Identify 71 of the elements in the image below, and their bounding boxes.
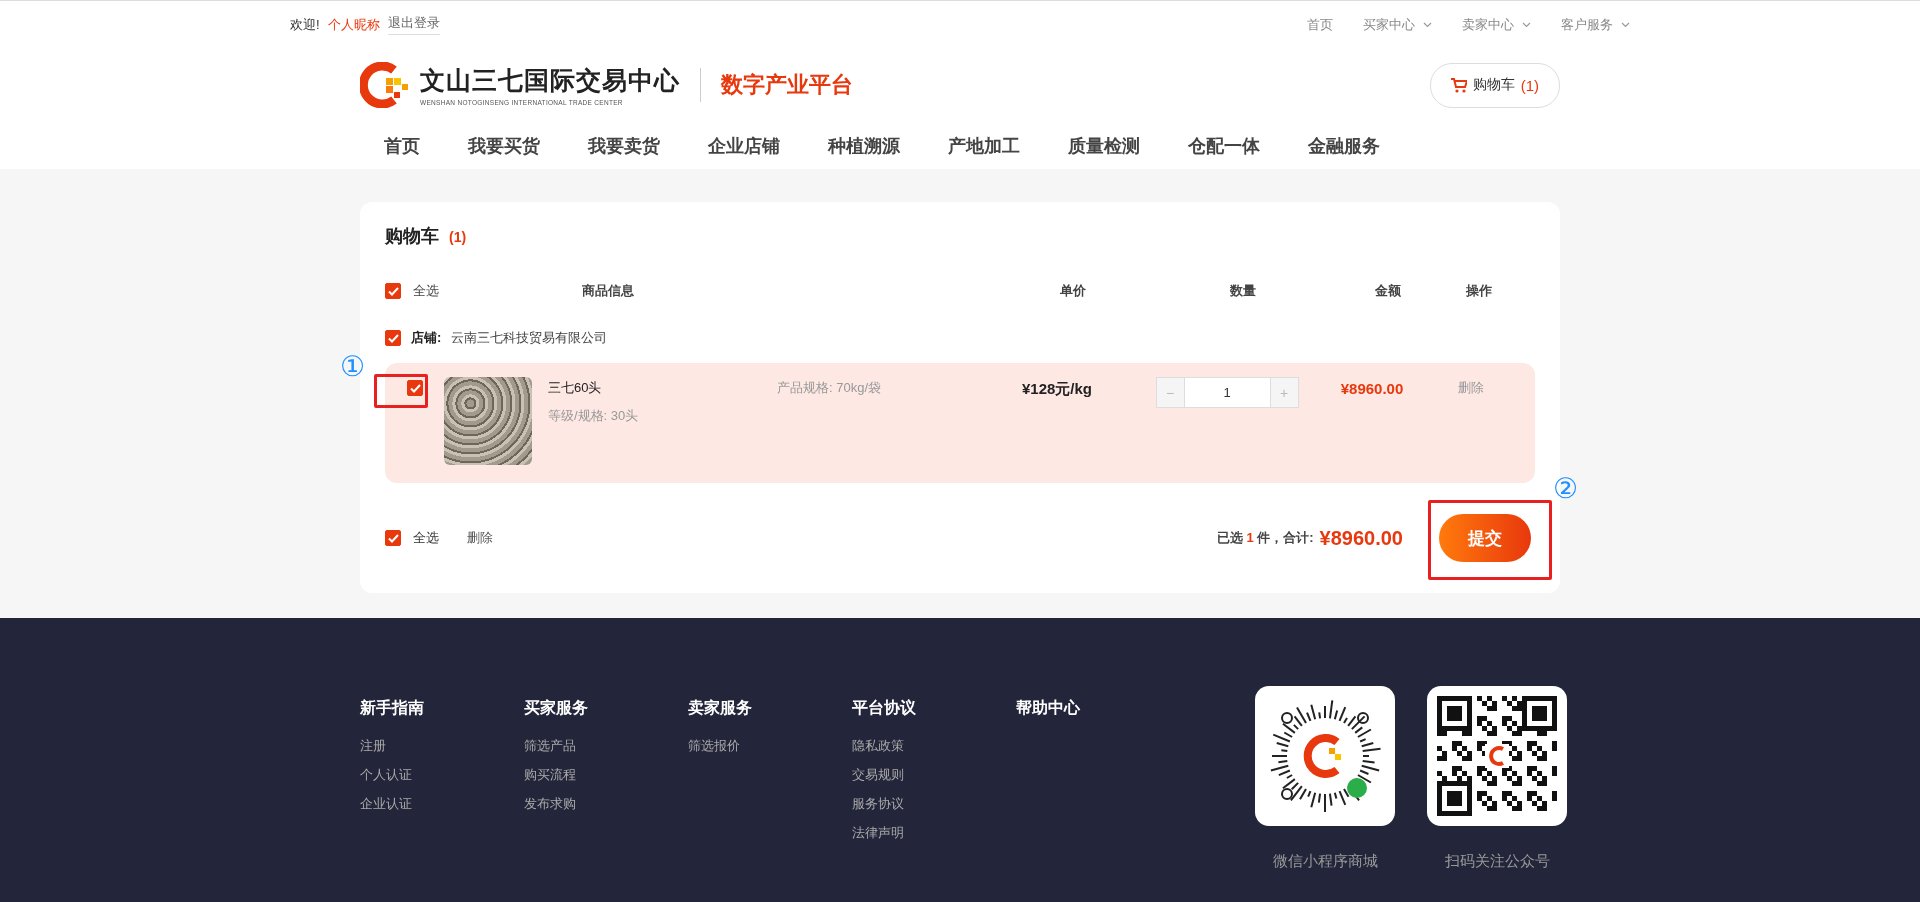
nav-link[interactable]: 我要卖货 [564, 133, 684, 158]
annotation-number: ① [340, 352, 366, 382]
top-nav-link[interactable]: 卖家中心 [1462, 15, 1531, 34]
caret-icon [1522, 21, 1531, 28]
product-name: 三七60头 [548, 379, 603, 397]
footer-link[interactable]: 筛选产品 [524, 737, 688, 755]
checkbox[interactable] [385, 530, 401, 546]
footer-link[interactable]: 注册 [360, 737, 524, 755]
footer-heading: 买家服务 [524, 698, 589, 718]
select-all-label: 全选 [413, 529, 439, 547]
welcome-text: 欢迎! [290, 15, 320, 34]
top-nav-link[interactable]: 买家中心 [1363, 15, 1432, 34]
footer-link[interactable]: 隐私政策 [852, 737, 1016, 755]
submit-button[interactable]: 提交 [1439, 514, 1531, 562]
footer-heading: 帮助中心 [1016, 698, 1081, 718]
logout-link[interactable]: 退出登录 [387, 14, 440, 35]
nav-link[interactable]: 质量检测 [1044, 133, 1164, 158]
logo-title: 文山三七国际交易中心 [420, 65, 680, 96]
cart-icon [1450, 77, 1467, 93]
footer-link[interactable]: 服务协议 [852, 795, 1016, 813]
total-amount: ¥8960.00 [1319, 526, 1403, 550]
footer-link[interactable]: 筛选报价 [688, 737, 852, 755]
footer-link[interactable]: 企业认证 [360, 795, 524, 813]
nav-link[interactable]: 企业店铺 [684, 133, 804, 158]
column-header: 单价 [1059, 282, 1087, 300]
nav-link[interactable]: 产地加工 [924, 133, 1044, 158]
highlight-frame [374, 374, 428, 408]
column-header: 数量 [1229, 282, 1257, 300]
caret-icon [1423, 21, 1432, 28]
footer-link[interactable]: 交易规则 [852, 766, 1016, 784]
shop-name: 云南三七科技贸易有限公司 [451, 329, 608, 347]
delete-link[interactable]: 删除 [467, 529, 493, 547]
annotation-number: ② [1553, 474, 1579, 504]
nav-link[interactable]: 首页 [360, 133, 444, 158]
cart-title: 购物车 [385, 225, 439, 248]
quantity-field[interactable]: 1 [1183, 378, 1271, 407]
nickname-link[interactable]: 个人昵称 [327, 15, 380, 34]
footer-link[interactable]: 发布求购 [524, 795, 688, 813]
cart-button[interactable]: 购物车 (1) [1429, 62, 1560, 108]
column-header: 金额 [1374, 282, 1402, 300]
footer-heading: 卖家服务 [688, 698, 753, 718]
column-header: 商品信息 [581, 282, 635, 300]
shop-label: 店铺: [411, 329, 442, 347]
logo-icon [360, 62, 410, 108]
caret-icon [1621, 21, 1630, 28]
footer-link[interactable]: 法律声明 [852, 824, 1016, 842]
checkbox[interactable] [385, 283, 401, 299]
footer-heading: 新手指南 [360, 698, 425, 718]
nav-link[interactable]: 我要买货 [444, 133, 564, 158]
footer-link[interactable]: 个人认证 [360, 766, 524, 784]
top-nav-link[interactable]: 客户服务 [1561, 15, 1630, 34]
footer-link[interactable]: 购买流程 [524, 766, 688, 784]
quantity-stepper[interactable]: − 1 + [1155, 377, 1299, 408]
checkbox[interactable] [385, 330, 401, 346]
item-amount: ¥8960.00 [1340, 380, 1404, 397]
top-nav-link[interactable]: 首页 [1307, 15, 1333, 34]
nav-link[interactable]: 金融服务 [1284, 133, 1404, 158]
column-header: 操作 [1465, 282, 1493, 300]
cart-count: (1) [449, 229, 467, 245]
select-all-label: 全选 [413, 282, 439, 300]
code-caption: 扫码关注公众号 [1444, 852, 1550, 871]
selected-summary: 已选 1 件，合计: [1216, 529, 1314, 547]
nav-link[interactable]: 仓配一体 [1164, 133, 1284, 158]
product-spec: 产品规格: 70kg/袋 [777, 380, 882, 395]
platform-title: 数字产业平台 [721, 71, 853, 99]
nav-link[interactable]: 种植溯源 [804, 133, 924, 158]
code-caption: 微信小程序商城 [1272, 852, 1378, 871]
checkbox[interactable] [407, 380, 423, 396]
footer-heading: 平台协议 [852, 698, 917, 718]
unit-price: ¥128元/kg [1021, 380, 1092, 397]
product-grade: 等级/规格: 30头 [548, 407, 640, 425]
